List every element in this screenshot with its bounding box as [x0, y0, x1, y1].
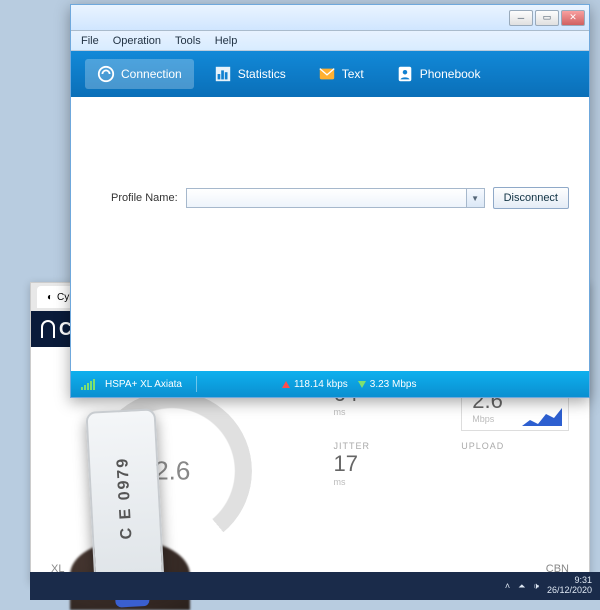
menu-file[interactable]: File: [81, 35, 99, 47]
tab-favicon: ◐: [47, 292, 53, 303]
gauge-value: 2.6: [154, 456, 190, 487]
tab-phonebook-label: Phonebook: [420, 67, 481, 81]
window-controls: ─ ▭ ✕: [509, 10, 585, 26]
dongle-label: C E 0979: [114, 456, 136, 540]
windows-taskbar[interactable]: ˄ ⏶ 🕩 9:31 26/12/2020: [30, 572, 600, 600]
tab-statistics[interactable]: Statistics: [202, 59, 298, 89]
gauge-reading: 2.6: [154, 456, 190, 487]
wifi-icon[interactable]: ⏶: [518, 581, 525, 592]
maximize-button[interactable]: ▭: [535, 10, 559, 26]
disconnect-button[interactable]: Disconnect: [493, 187, 569, 209]
text-icon: [318, 65, 336, 83]
titlebar[interactable]: ─ ▭ ✕: [71, 5, 589, 31]
phonebook-icon: [396, 65, 414, 83]
jitter-unit: ms: [334, 477, 442, 487]
clock[interactable]: 9:31 26/12/2020: [547, 576, 592, 596]
download-speed: 3.23 Mbps: [358, 379, 417, 390]
ping-unit: ms: [334, 407, 442, 417]
download-sparkline-icon: [522, 406, 562, 426]
chevron-up-icon[interactable]: ˄: [505, 581, 510, 591]
upload-speed-value: 118.14 kbps: [294, 379, 348, 390]
tab-text-label: Text: [342, 67, 364, 81]
arrow-up-icon: [282, 381, 290, 388]
minimize-button[interactable]: ─: [509, 10, 533, 26]
jitter-label: JITTER: [334, 441, 442, 451]
separator: [196, 376, 197, 392]
upload-label: UPLOAD: [461, 441, 569, 451]
tabbar: Connection Statistics Text Phonebook: [71, 51, 589, 97]
statistics-icon: [214, 65, 232, 83]
stat-upload: UPLOAD: [461, 441, 569, 487]
tab-statistics-label: Statistics: [238, 67, 286, 81]
content-area: Profile Name: ▼ Disconnect: [71, 97, 589, 371]
chevron-down-icon[interactable]: ▼: [466, 189, 484, 207]
connection-icon: [97, 65, 115, 83]
profile-label: Profile Name:: [111, 192, 178, 204]
tab-connection-label: Connection: [121, 67, 182, 81]
tab-phonebook[interactable]: Phonebook: [384, 59, 493, 89]
usb-modem-dongle: C E 0979: [85, 408, 164, 586]
download-speed-value: 3.23 Mbps: [370, 379, 417, 390]
jitter-value: 17: [334, 451, 442, 477]
signal-icon: [81, 378, 95, 390]
menubar: File Operation Tools Help: [71, 31, 589, 51]
menu-help[interactable]: Help: [215, 35, 238, 47]
stat-jitter: JITTER 17 ms: [334, 441, 442, 487]
statusbar: HSPA+ XL Axiata 118.14 kbps 3.23 Mbps: [71, 371, 589, 397]
network-name: HSPA+ XL Axiata: [105, 379, 182, 390]
arrow-down-icon: [358, 381, 366, 388]
profile-combo[interactable]: ▼: [186, 188, 485, 208]
system-tray[interactable]: ˄ ⏶ 🕩 9:31 26/12/2020: [505, 576, 592, 596]
tab-text[interactable]: Text: [306, 59, 376, 89]
sound-icon[interactable]: 🕩: [533, 581, 539, 592]
menu-tools[interactable]: Tools: [175, 35, 201, 47]
brand-icon: [41, 320, 55, 338]
tab-connection[interactable]: Connection: [85, 59, 194, 89]
menu-operation[interactable]: Operation: [113, 35, 161, 47]
date: 26/12/2020: [547, 586, 592, 596]
close-button[interactable]: ✕: [561, 10, 585, 26]
profile-row: Profile Name: ▼ Disconnect: [111, 187, 569, 209]
upload-speed: 118.14 kbps: [282, 379, 348, 390]
modem-app-window: ─ ▭ ✕ File Operation Tools Help Connecti…: [70, 4, 590, 398]
